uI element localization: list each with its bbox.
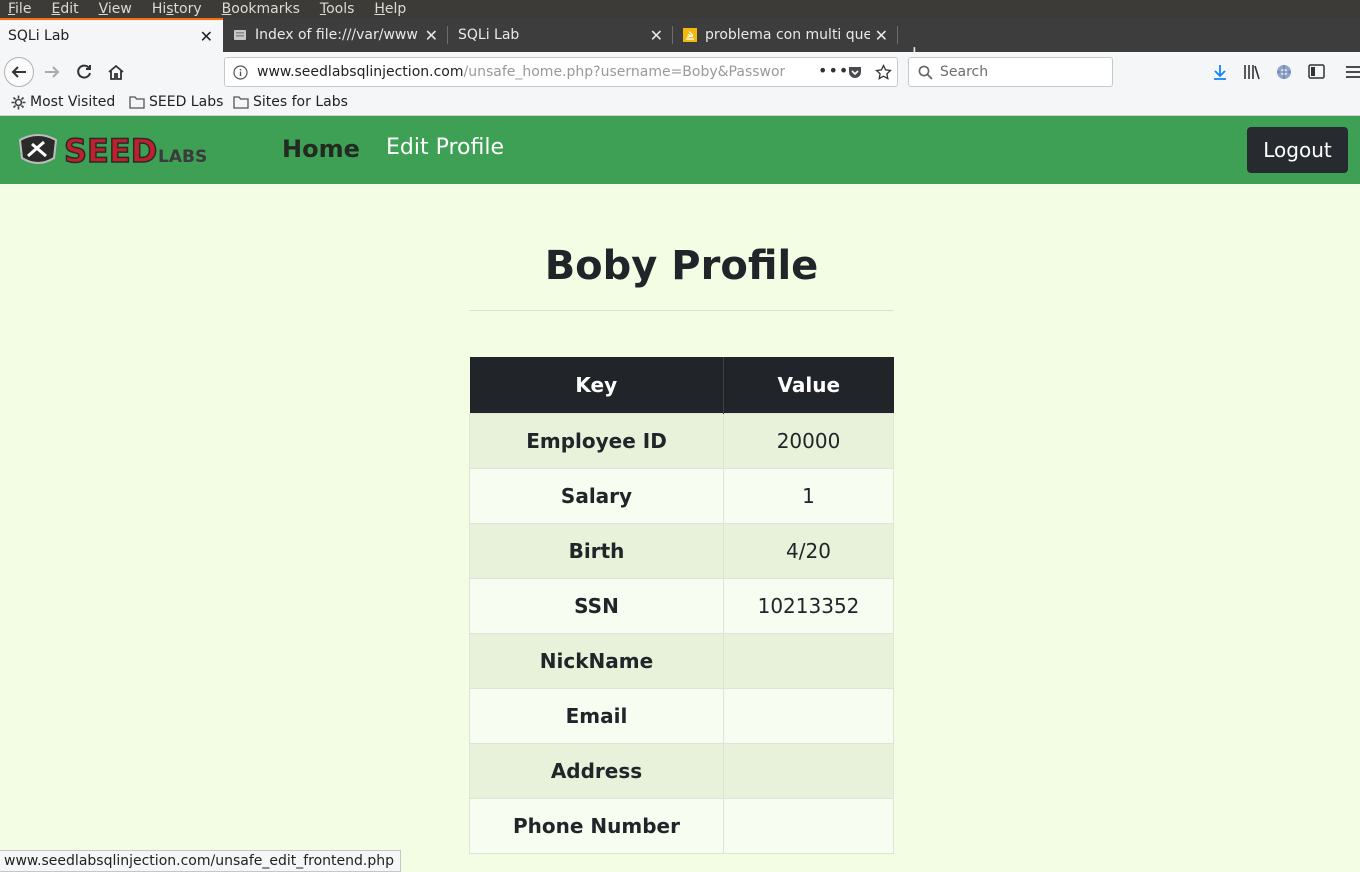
menu-tools[interactable]: Tools — [320, 1, 355, 17]
info-icon[interactable] — [233, 65, 248, 80]
nav-toolbar: www.seedlabsqlinjection.com/unsafe_home.… — [0, 52, 1360, 92]
row-value — [723, 742, 894, 799]
logout-button[interactable]: Logout — [1247, 127, 1348, 173]
back-button[interactable] — [4, 57, 34, 87]
bookmarks-toolbar: Most Visited SEED Labs Sites for Labs — [0, 92, 1360, 116]
row-key: Address — [469, 742, 724, 799]
menu-bar: File Edit View History Bookmarks Tools H… — [0, 0, 1360, 18]
menu-view[interactable]: View — [99, 1, 132, 17]
nav-edit-profile-link[interactable]: Edit Profile — [386, 135, 504, 160]
home-icon — [108, 64, 124, 80]
back-arrow-icon — [11, 66, 26, 78]
tab-title: SQLi Lab — [8, 28, 70, 44]
row-key: Birth — [469, 522, 724, 579]
table-header-row: Key Value — [469, 357, 894, 413]
row-key: Salary — [469, 467, 724, 524]
row-value — [723, 687, 894, 744]
extension-globe-icon[interactable] — [1276, 64, 1292, 80]
page-title: Boby Profile — [544, 243, 819, 289]
table-row: Salary 1 — [469, 467, 894, 524]
hamburger-menu-icon[interactable] — [1346, 65, 1360, 79]
column-header-key: Key — [469, 357, 724, 413]
tab-problema-con-multi[interactable]: problema con multi que ✕ — [673, 18, 898, 52]
bookmark-sites-for-labs[interactable]: Sites for Labs — [233, 94, 348, 110]
close-tab-icon[interactable]: ✕ — [650, 26, 663, 45]
search-icon — [918, 65, 933, 80]
sidebar-icon[interactable] — [1308, 64, 1325, 79]
page-actions-icon[interactable]: ••• — [818, 61, 849, 80]
seed-labs-logo[interactable]: SEED LABS — [18, 131, 214, 172]
url-text[interactable]: www.seedlabsqlinjection.com/unsafe_home.… — [257, 64, 785, 80]
home-button[interactable] — [101, 57, 131, 87]
tab-title: Index of file:///var/www — [255, 27, 418, 43]
close-tab-icon[interactable]: ✕ — [875, 26, 888, 45]
table-row: NickName — [469, 632, 894, 689]
row-value — [723, 632, 894, 689]
row-key: Employee ID — [469, 412, 724, 469]
download-icon[interactable] — [1212, 64, 1228, 80]
table-row: Employee ID 20000 — [469, 412, 894, 469]
tab-bar: SQLi Lab ✕ Index of file:///var/www ✕ SQ… — [0, 18, 1360, 65]
url-bar[interactable]: www.seedlabsqlinjection.com/unsafe_home.… — [224, 57, 898, 87]
row-key: Email — [469, 687, 724, 744]
row-value: 4/20 — [723, 522, 894, 579]
tab-index-of-file[interactable]: Index of file:///var/www ✕ — [223, 18, 448, 52]
row-value — [723, 797, 894, 854]
status-bar: www.seedlabsqlinjection.com/unsafe_edit_… — [0, 850, 401, 872]
reload-icon — [77, 64, 91, 79]
row-value: 20000 — [723, 412, 894, 469]
menu-file[interactable]: File — [8, 1, 31, 17]
close-tab-icon[interactable]: ✕ — [425, 26, 438, 45]
table-row: Email — [469, 687, 894, 744]
menu-bookmarks[interactable]: Bookmarks — [222, 1, 300, 17]
bookmark-seed-labs[interactable]: SEED Labs — [129, 94, 223, 110]
bookmark-most-visited[interactable]: Most Visited — [11, 94, 115, 110]
tab-sqli-lab[interactable]: SQLi Lab ✕ — [448, 18, 673, 52]
tab-sqli-lab-active[interactable]: SQLi Lab ✕ — [0, 18, 223, 52]
row-value: 1 — [723, 467, 894, 524]
table-row: Birth 4/20 — [469, 522, 894, 579]
search-placeholder: Search — [940, 64, 989, 80]
close-tab-icon[interactable]: ✕ — [200, 27, 213, 46]
column-header-value: Value — [723, 357, 894, 413]
forward-button[interactable] — [37, 57, 67, 87]
row-key: Phone Number — [469, 797, 724, 854]
tab-title: SQLi Lab — [458, 27, 520, 43]
svg-text:LABS: LABS — [158, 147, 207, 167]
menu-history[interactable]: History — [152, 1, 202, 17]
file-icon — [234, 30, 246, 40]
nav-home-link[interactable]: Home — [282, 135, 360, 163]
row-value: 10213352 — [723, 577, 894, 634]
bookmark-star-icon[interactable] — [875, 64, 892, 81]
divider — [469, 310, 894, 311]
svg-text:SEED: SEED — [64, 132, 157, 168]
menu-help[interactable]: Help — [374, 1, 406, 17]
site-navbar: SEED LABS Home Edit Profile Logout — [0, 116, 1360, 184]
folder-icon — [129, 96, 145, 109]
folder-icon — [233, 96, 249, 109]
tab-title: problema con multi que — [705, 27, 870, 43]
table-row: SSN 10213352 — [469, 577, 894, 634]
table-row: Phone Number — [469, 797, 894, 854]
table-row: Address — [469, 742, 894, 799]
profile-table: Key Value Employee ID 20000 Salary 1 Bir… — [469, 357, 894, 854]
search-input[interactable]: Search — [908, 57, 1113, 87]
menu-edit[interactable]: Edit — [51, 1, 78, 17]
reload-button[interactable] — [69, 57, 99, 87]
row-key: SSN — [469, 577, 724, 634]
row-key: NickName — [469, 632, 724, 689]
forward-arrow-icon — [45, 66, 60, 78]
stackoverflow-icon — [683, 28, 697, 42]
library-icon[interactable] — [1243, 64, 1261, 80]
gear-icon — [11, 95, 26, 109]
pocket-icon[interactable] — [847, 64, 863, 80]
